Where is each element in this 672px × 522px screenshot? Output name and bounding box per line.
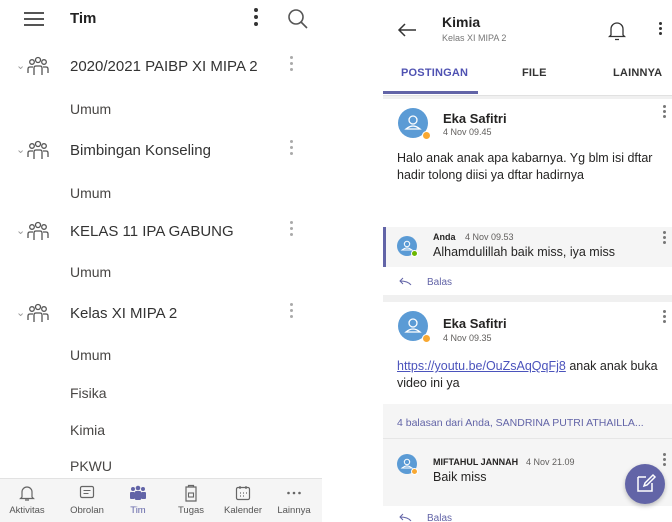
channel-header: Kimia Kelas XI MIPA 2 POSTINGAN FILE LAI…	[383, 0, 672, 96]
back-arrow-icon[interactable]	[397, 22, 417, 38]
post-more-icon[interactable]	[662, 105, 666, 119]
reply-author[interactable]: MIFTAHUL JANNAH	[433, 457, 518, 467]
team-name[interactable]: Kelas XI MIPA 2	[70, 305, 177, 322]
reply-button[interactable]: Balas	[427, 277, 452, 288]
channel-item[interactable]: Kimia	[70, 422, 105, 438]
assignments-icon	[185, 484, 197, 502]
nav-more[interactable]: Lainnya	[267, 483, 321, 516]
team-more-icon[interactable]	[288, 56, 294, 74]
bell-icon[interactable]	[608, 20, 626, 42]
bell-icon	[19, 486, 35, 501]
post-body: https://youtu.be/OuZsAqQqFj8 anak anak b…	[397, 358, 667, 392]
post-time: 4 Nov 09.35	[443, 333, 492, 343]
team-name[interactable]: Bimbingan Konseling	[70, 142, 211, 159]
active-tab-indicator	[383, 91, 478, 94]
nav-label: Kalender	[223, 505, 263, 516]
reply-body: Alhamdulillah baik miss, iya miss	[433, 245, 616, 259]
team-more-icon[interactable]	[288, 221, 294, 239]
team-more-icon[interactable]	[288, 303, 294, 321]
nav-teams[interactable]: Tim	[111, 483, 165, 516]
reply-item: Anda 4 Nov 09.53 Alhamdulillah baik miss…	[383, 227, 672, 267]
reply-time: 4 Nov 09.53	[465, 232, 514, 242]
nav-assignments[interactable]: Tugas	[164, 483, 218, 516]
team-more-icon[interactable]	[288, 140, 294, 158]
post-card: Eka Safitri 4 Nov 09.45 Halo anak anak a…	[383, 99, 672, 295]
reply-arrow-icon[interactable]	[398, 277, 412, 287]
reply-time: 4 Nov 21.09	[526, 457, 575, 467]
new-post-button[interactable]	[625, 464, 665, 504]
compose-icon	[637, 473, 657, 492]
channel-title: Kimia	[442, 14, 481, 30]
teams-header: Tim	[0, 0, 322, 40]
tab-more[interactable]: LAINNYA	[613, 67, 662, 79]
channel-panel: Kimia Kelas XI MIPA 2 POSTINGAN FILE LAI…	[383, 0, 672, 522]
nav-label: Tim	[130, 505, 146, 516]
reply-more-icon[interactable]	[662, 231, 666, 245]
search-icon[interactable]	[287, 8, 309, 30]
channel-item[interactable]: Umum	[70, 347, 111, 363]
reply-accent-bar	[383, 227, 386, 267]
nav-label: Lainnya	[277, 505, 311, 516]
teams-icon	[130, 485, 146, 500]
post-more-icon[interactable]	[662, 310, 666, 324]
team-row[interactable]: ⌄ Bimbingan Konseling	[0, 132, 322, 170]
tab-files[interactable]: FILE	[522, 67, 547, 79]
more-icon	[287, 491, 301, 495]
reply-arrow-icon[interactable]	[398, 513, 412, 522]
post-time: 4 Nov 09.45	[443, 127, 492, 137]
video-link[interactable]: https://youtu.be/OuZsAqQqFj8	[397, 359, 566, 373]
team-row[interactable]: ⌄ Kelas XI MIPA 2	[0, 295, 322, 333]
nav-label: Tugas	[177, 505, 205, 516]
reply-button[interactable]: Balas	[427, 513, 452, 522]
team-icon	[27, 303, 49, 322]
team-row[interactable]: ⌄ KELAS 11 IPA GABUNG	[0, 213, 322, 251]
chevron-down-icon[interactable]: ⌄	[16, 224, 25, 237]
post-author[interactable]: Eka Safitri	[443, 316, 507, 331]
nav-activity[interactable]: Aktivitas	[0, 483, 54, 516]
nav-label: Obrolan	[70, 505, 104, 516]
more-options-icon[interactable]	[252, 8, 260, 30]
channel-item[interactable]: Umum	[70, 101, 111, 117]
away-status-icon	[422, 131, 431, 140]
calendar-icon	[235, 486, 251, 501]
chat-icon	[79, 485, 95, 499]
team-icon	[27, 221, 49, 240]
more-options-icon[interactable]	[657, 22, 663, 38]
team-icon	[27, 56, 49, 75]
replies-summary[interactable]: 4 balasan dari Anda, SANDRINA PUTRI ATHA…	[397, 417, 644, 429]
channel-item[interactable]: Umum	[70, 264, 111, 280]
chevron-down-icon[interactable]: ⌄	[16, 59, 25, 72]
channel-item[interactable]: PKWU	[70, 458, 112, 474]
bottom-navigation: Aktivitas Obrolan Tim Tugas Kalender Lai…	[0, 478, 322, 522]
away-status-icon	[411, 468, 418, 475]
channel-item[interactable]: Fisika	[70, 385, 107, 401]
available-status-icon	[411, 250, 418, 257]
nav-calendar[interactable]: Kalender	[216, 483, 270, 516]
team-icon	[27, 140, 49, 159]
post-author[interactable]: Eka Safitri	[443, 111, 507, 126]
reply-author[interactable]: Anda	[433, 232, 456, 242]
teams-list-panel: Tim ⌄ 2020/2021 PAIBP XI MIPA 2 Umum ⌄ B…	[0, 0, 322, 522]
away-status-icon	[422, 334, 431, 343]
chevron-down-icon[interactable]: ⌄	[16, 306, 25, 319]
page-title: Tim	[70, 10, 97, 27]
hamburger-menu-icon[interactable]	[24, 12, 44, 26]
team-name[interactable]: 2020/2021 PAIBP XI MIPA 2	[70, 58, 258, 75]
team-row[interactable]: ⌄ 2020/2021 PAIBP XI MIPA 2	[0, 48, 322, 86]
divider	[383, 438, 672, 439]
team-name[interactable]: KELAS 11 IPA GABUNG	[70, 223, 234, 240]
reply-body: Baik miss	[433, 470, 487, 484]
chevron-down-icon[interactable]: ⌄	[16, 143, 25, 156]
nav-label: Aktivitas	[9, 505, 45, 516]
channel-subtitle: Kelas XI MIPA 2	[442, 33, 507, 43]
channel-item[interactable]: Umum	[70, 185, 111, 201]
tab-posts[interactable]: POSTINGAN	[401, 67, 468, 79]
nav-chat[interactable]: Obrolan	[60, 483, 114, 516]
post-body: Halo anak anak apa kabarnya. Yg blm isi …	[397, 151, 653, 182]
